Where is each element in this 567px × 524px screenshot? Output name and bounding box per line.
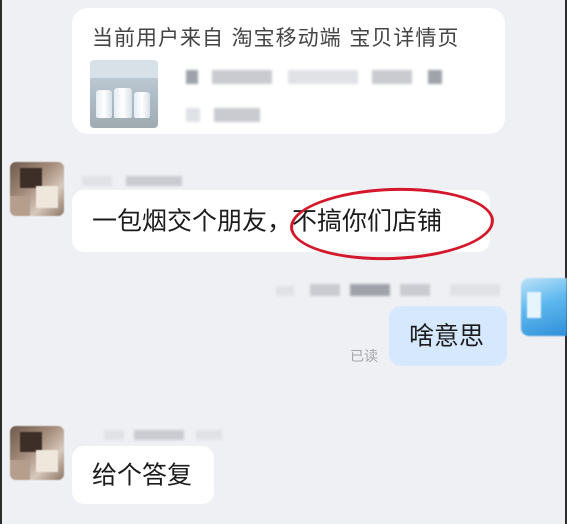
redacted-title: [428, 70, 442, 84]
redacted-timestamp: [350, 284, 390, 296]
message-text: 啥意思: [409, 321, 485, 351]
message-text: 给个答复: [92, 460, 193, 490]
frame-left-edge: [0, 0, 2, 524]
product-jar: [134, 92, 150, 118]
redacted-price: [186, 108, 200, 122]
redacted-title: [288, 70, 358, 84]
avatar-pixel: [36, 450, 58, 472]
redacted-sender-name: [126, 176, 182, 186]
avatar-pixel: [20, 168, 42, 188]
avatar-pixel: [527, 292, 541, 318]
product-thumbnail[interactable]: [90, 60, 158, 128]
redacted-title: [372, 70, 412, 84]
redacted-timestamp: [400, 284, 430, 296]
self-avatar[interactable]: [521, 278, 567, 336]
redacted-sender-name: [104, 430, 124, 440]
redacted-timestamp: [450, 284, 500, 296]
product-source-card[interactable]: 当前用户来自 淘宝移动端 宝贝详情页: [72, 8, 505, 134]
redacted-timestamp: [276, 286, 294, 296]
avatar-pixel: [10, 196, 30, 216]
redacted-timestamp: [310, 284, 340, 296]
read-status: 已读: [350, 349, 378, 365]
avatar-pixel: [36, 186, 58, 208]
product-jar: [96, 90, 112, 118]
redacted-sender-name: [196, 430, 222, 440]
source-text: 当前用户来自 淘宝移动端 宝贝详情页: [92, 26, 460, 50]
sender-avatar[interactable]: [10, 162, 64, 216]
redacted-title: [186, 70, 198, 84]
avatar-pixel: [10, 460, 30, 480]
redacted-price: [214, 108, 260, 122]
message-bubble-self[interactable]: 啥意思: [389, 306, 507, 366]
message-bubble[interactable]: 给个答复: [72, 446, 214, 504]
thumbnail-shelf: [90, 60, 158, 78]
redacted-title: [212, 70, 272, 84]
avatar-pixel: [20, 432, 42, 452]
redacted-sender-name: [134, 430, 184, 440]
product-jar: [114, 88, 132, 118]
sender-avatar[interactable]: [10, 426, 64, 480]
redacted-sender-name: [82, 176, 112, 186]
